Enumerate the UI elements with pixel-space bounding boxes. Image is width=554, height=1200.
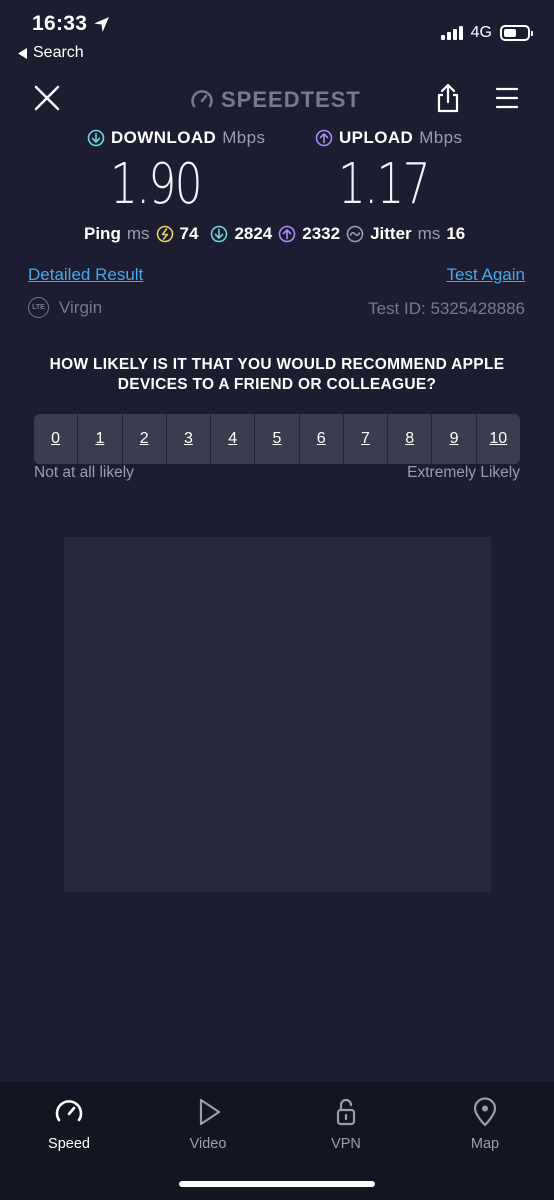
- speedometer-icon: [55, 1100, 83, 1122]
- menu-icon[interactable]: [495, 86, 519, 110]
- tab-speed[interactable]: Speed: [24, 1096, 114, 1152]
- jitter-icon: [346, 225, 364, 243]
- ping-download-value: 2824: [234, 224, 273, 243]
- download-latency-icon: [211, 225, 228, 243]
- download-speed-value: 1.90: [110, 152, 203, 217]
- download-unit: Mbps: [222, 128, 266, 147]
- rating-option[interactable]: 1: [78, 414, 123, 464]
- jitter-unit: ms: [417, 224, 441, 243]
- tab-vpn-label: VPN: [331, 1136, 361, 1152]
- download-arrow-icon: [87, 129, 105, 147]
- tab-map[interactable]: Map: [440, 1096, 530, 1152]
- speedtest-logo: SPEEDTEST: [190, 87, 361, 113]
- upload-label: UPLOAD Mbps: [315, 128, 462, 148]
- gauge-icon: [191, 90, 213, 108]
- jitter-label: Jitter: [370, 224, 412, 243]
- upload-unit: Mbps: [419, 128, 463, 147]
- scale-low-label: Not at all likely: [34, 464, 134, 481]
- download-label: DOWNLOAD Mbps: [87, 128, 265, 148]
- upload-arrow-icon: [315, 129, 333, 147]
- idle-latency-icon: [156, 225, 173, 243]
- scale-high-label: Extremely Likely: [407, 464, 520, 481]
- back-label: Search: [33, 44, 84, 61]
- ping-upload-value: 2332: [302, 224, 341, 243]
- download-title: DOWNLOAD: [111, 128, 217, 147]
- close-icon[interactable]: [33, 84, 61, 112]
- ping-idle-value: 74: [179, 224, 199, 243]
- rating-option[interactable]: 8: [388, 414, 433, 464]
- location-arrow-icon: [94, 16, 110, 32]
- upload-speed-value: 1.17: [338, 152, 431, 217]
- tab-video[interactable]: Video: [163, 1096, 253, 1152]
- tab-speed-label: Speed: [48, 1136, 90, 1152]
- play-icon: [199, 1098, 221, 1126]
- rating-option[interactable]: 10: [476, 414, 520, 464]
- jitter-value: 16: [446, 224, 466, 243]
- status-indicators: 4G: [440, 24, 533, 42]
- lock-icon: [336, 1098, 356, 1126]
- test-again-link[interactable]: Test Again: [447, 265, 525, 285]
- rating-option[interactable]: 4: [211, 414, 256, 464]
- survey-question: HOW LIKELY IS IT THAT YOU WOULD RECOMMEN…: [49, 356, 505, 393]
- lte-badge-icon: LTE: [28, 297, 49, 318]
- upload-latency-icon: [278, 225, 296, 243]
- rating-option[interactable]: 3: [166, 414, 212, 464]
- test-id: Test ID: 5325428886: [368, 299, 525, 318]
- signal-icon: [440, 26, 463, 40]
- logo-text: SPEEDTEST: [221, 87, 361, 112]
- rating-option[interactable]: 9: [432, 414, 477, 464]
- rating-option[interactable]: 5: [255, 414, 300, 464]
- rating-option[interactable]: 7: [343, 414, 389, 464]
- share-icon[interactable]: [434, 82, 462, 114]
- tab-video-label: Video: [189, 1136, 227, 1152]
- upload-title: UPLOAD: [339, 128, 414, 147]
- status-time-text: 16:33: [32, 12, 88, 35]
- latency-row: Ping ms 74 2824 2332 Jitter ms 16: [84, 224, 465, 244]
- back-to-search[interactable]: Search: [18, 44, 84, 62]
- map-pin-icon: [473, 1097, 497, 1127]
- tab-vpn[interactable]: VPN: [301, 1096, 391, 1152]
- rating-scale: 0 1 2 3 4 5 6 7 8 9 10: [34, 414, 520, 464]
- ping-unit: ms: [126, 224, 150, 243]
- ad-placeholder: [64, 537, 491, 892]
- tab-map-label: Map: [470, 1136, 500, 1152]
- ping-label: Ping: [84, 224, 121, 243]
- rating-option[interactable]: 2: [122, 414, 167, 464]
- rating-option[interactable]: 0: [34, 414, 79, 464]
- network-type: 4G: [470, 24, 492, 41]
- back-triangle-icon: [18, 47, 27, 59]
- home-indicator[interactable]: [179, 1181, 375, 1187]
- battery-icon: [500, 25, 533, 41]
- provider-info: LTE Virgin: [28, 297, 102, 318]
- detailed-result-link[interactable]: Detailed Result: [28, 265, 143, 285]
- status-time: 16:33: [32, 12, 110, 36]
- rating-option[interactable]: 6: [299, 414, 344, 464]
- provider-name: Virgin: [59, 297, 103, 317]
